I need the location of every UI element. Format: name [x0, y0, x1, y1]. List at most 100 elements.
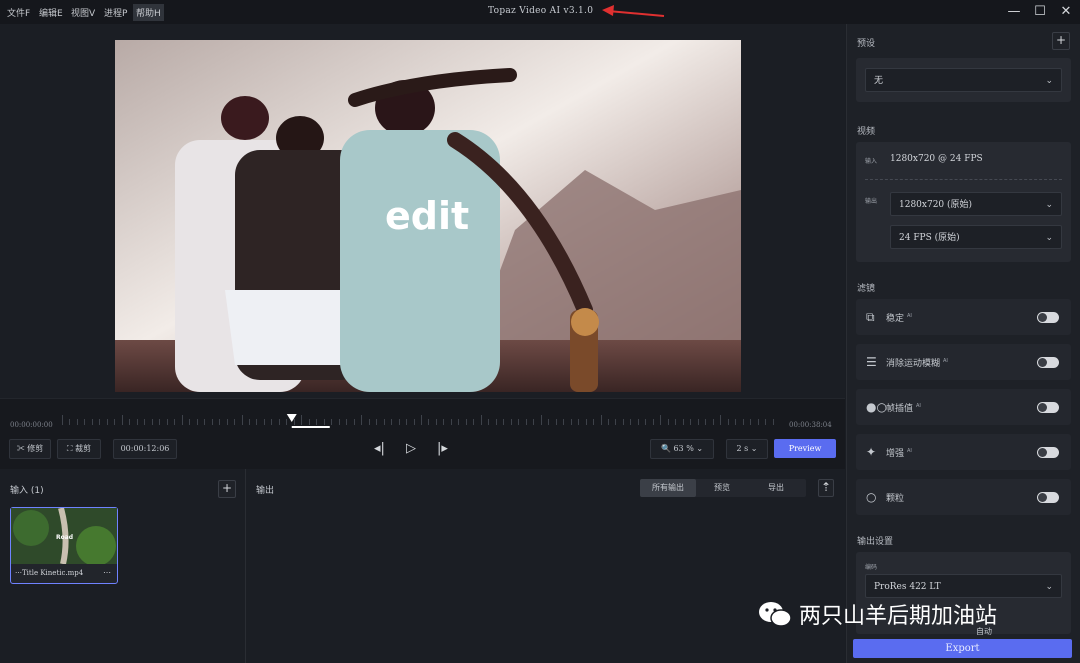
- clip-name: ⋯Title Kinetic.mp4: [15, 569, 84, 577]
- stabilize-toggle[interactable]: [1037, 312, 1059, 323]
- trim-label: 修剪: [27, 444, 44, 453]
- previous-frame-icon[interactable]: ◂|: [374, 441, 385, 456]
- ai-badge: AI: [943, 358, 948, 364]
- chevron-down-icon: ⌄: [1045, 582, 1053, 592]
- video-card: 输入 1280x720 @ 24 FPS 输出 1280x720 (原始) ⌄ …: [856, 142, 1071, 262]
- output-sort-button[interactable]: ⇡: [818, 479, 834, 497]
- output-settings-title: 输出设置: [857, 537, 894, 547]
- filter-name: 颗粒: [886, 494, 905, 504]
- preview-button[interactable]: Preview: [774, 439, 836, 458]
- wechat-icon: [758, 600, 792, 628]
- filter-label: 增强 AI: [886, 446, 912, 459]
- codec-label: 编码: [865, 564, 878, 571]
- filter-name: 消除运动模糊: [886, 359, 941, 369]
- timeline-start-time: 00:00:00:00: [10, 421, 53, 429]
- filter-frame-interpolation[interactable]: ●○ 帧插值 AI: [856, 389, 1071, 425]
- watermark: 两只山羊后期加油站: [758, 598, 997, 630]
- output-title: 输出: [256, 486, 275, 496]
- tab-all-outputs[interactable]: 所有输出: [640, 479, 696, 497]
- enhance-icon: ✦: [866, 445, 877, 459]
- close-icon[interactable]: ✕: [1058, 4, 1074, 20]
- title-bar: 文件F 编辑E 视图V 进程P 帮助H Topaz Video AI v3.1.…: [0, 0, 1080, 24]
- motion-deblur-toggle[interactable]: [1037, 357, 1059, 368]
- add-input-button[interactable]: +: [218, 480, 236, 498]
- zoom-value: 63 %: [673, 444, 694, 453]
- toggle-knob: [1038, 313, 1047, 322]
- trim-button[interactable]: ✂ 修剪: [9, 439, 51, 459]
- menu-edit[interactable]: 编辑E: [36, 4, 66, 21]
- menu-help[interactable]: 帮助H: [133, 4, 164, 21]
- menu-view[interactable]: 视图V: [68, 4, 98, 21]
- timeline-ruler[interactable]: [62, 413, 780, 429]
- minimize-icon[interactable]: —: [1006, 4, 1022, 20]
- next-frame-icon[interactable]: |▸: [437, 441, 448, 456]
- crop-label: 裁剪: [75, 444, 92, 453]
- output-panel: 输出 所有输出 预览 导出 ⇡: [246, 469, 845, 663]
- fps-value: 24 FPS (原始): [899, 233, 960, 243]
- input-panel: 输入 (1) + Road ⋯Title Kinetic.mp4 ⋯: [0, 469, 246, 663]
- resolution-select[interactable]: 1280x720 (原始) ⌄: [890, 192, 1062, 216]
- filter-label: 帧插值 AI: [886, 401, 921, 414]
- input-spec-label: 输入: [865, 158, 878, 165]
- zoom-select[interactable]: 🔍 63 % ⌄: [650, 439, 714, 459]
- settings-sidebar: 预设 + 无 ⌄ 视频 输入 1280x720 @ 24 FPS 输出 1280…: [846, 24, 1080, 663]
- filter-enhance[interactable]: ✦ 增强 AI: [856, 434, 1071, 470]
- filter-motion-deblur[interactable]: ☰ 消除运动模糊 AI: [856, 344, 1071, 380]
- maximize-icon[interactable]: ☐: [1032, 4, 1048, 20]
- menu-process[interactable]: 进程P: [101, 4, 130, 21]
- toggle-knob: [1038, 448, 1047, 457]
- crop-button[interactable]: ⛶ 裁剪: [57, 439, 101, 459]
- watermark-text: 两只山羊后期加油站: [799, 604, 998, 629]
- menu-file[interactable]: 文件F: [4, 4, 33, 21]
- filter-label: 颗粒: [886, 491, 904, 504]
- video-frame[interactable]: edit: [115, 40, 741, 392]
- filter-name: 增强: [886, 449, 905, 459]
- stabilize-icon: ⧉: [866, 310, 875, 324]
- grain-toggle[interactable]: [1037, 492, 1059, 503]
- preset-value: 无: [874, 76, 884, 86]
- input-clip-card[interactable]: Road ⋯Title Kinetic.mp4 ⋯: [10, 507, 118, 584]
- filter-stabilize[interactable]: ⧉ 稳定 AI: [856, 299, 1071, 335]
- timeline-end-time: 00:00:38:04: [789, 421, 832, 429]
- clip-more-icon[interactable]: ⋯: [103, 568, 111, 577]
- filter-label: 稳定 AI: [886, 311, 912, 324]
- divider: [865, 179, 1062, 180]
- export-label: Export: [945, 643, 980, 654]
- add-preset-button[interactable]: +: [1052, 32, 1070, 50]
- toggle-knob: [1038, 403, 1047, 412]
- input-spec: 1280x720 @ 24 FPS: [890, 154, 983, 164]
- motion-deblur-icon: ☰: [866, 355, 877, 369]
- codec-select[interactable]: ProRes 422 LT ⌄: [865, 574, 1062, 598]
- toggle-knob: [1038, 493, 1047, 502]
- filter-grain[interactable]: ○ 颗粒: [856, 479, 1071, 515]
- export-button[interactable]: Export: [853, 639, 1072, 658]
- input-title: 输入 (1): [10, 486, 44, 496]
- codec-value: ProRes 422 LT: [874, 582, 941, 592]
- grain-icon: ○: [866, 490, 877, 504]
- chevron-down-icon: ⌄: [1045, 233, 1053, 243]
- filter-name: 帧插值: [886, 404, 914, 414]
- preset-card: 无 ⌄: [856, 58, 1071, 102]
- filters-title: 滤镜: [857, 284, 876, 294]
- enhance-toggle[interactable]: [1037, 447, 1059, 458]
- ai-badge: AI: [907, 448, 912, 454]
- video-preview-panel: edit: [0, 24, 845, 398]
- annotation-arrow-icon: [602, 5, 665, 17]
- video-title: 视频: [857, 127, 876, 137]
- fps-select[interactable]: 24 FPS (原始) ⌄: [890, 225, 1062, 249]
- preset-select[interactable]: 无 ⌄: [865, 68, 1062, 92]
- current-time-field[interactable]: 00:00:12:06: [113, 439, 177, 459]
- playhead-icon[interactable]: [286, 414, 297, 422]
- chevron-down-icon: ⌄: [1045, 200, 1053, 210]
- ai-badge: AI: [907, 313, 912, 319]
- tab-preview[interactable]: 预览: [696, 479, 748, 497]
- tab-export[interactable]: 导出: [748, 479, 804, 497]
- thumbnail-text: Road: [56, 534, 74, 541]
- output-tabs: 所有输出 预览 导出: [640, 479, 806, 497]
- timeline-bar: 00:00:00:00 00:00:38:04 ✂ 修剪 ⛶ 裁剪 00:00:…: [0, 398, 845, 469]
- presets-title: 预设: [857, 39, 876, 49]
- frame-interpolation-toggle[interactable]: [1037, 402, 1059, 413]
- filter-name: 稳定: [886, 314, 905, 324]
- speed-select[interactable]: 2 s ⌄: [726, 439, 768, 459]
- play-icon[interactable]: ▷: [406, 441, 416, 456]
